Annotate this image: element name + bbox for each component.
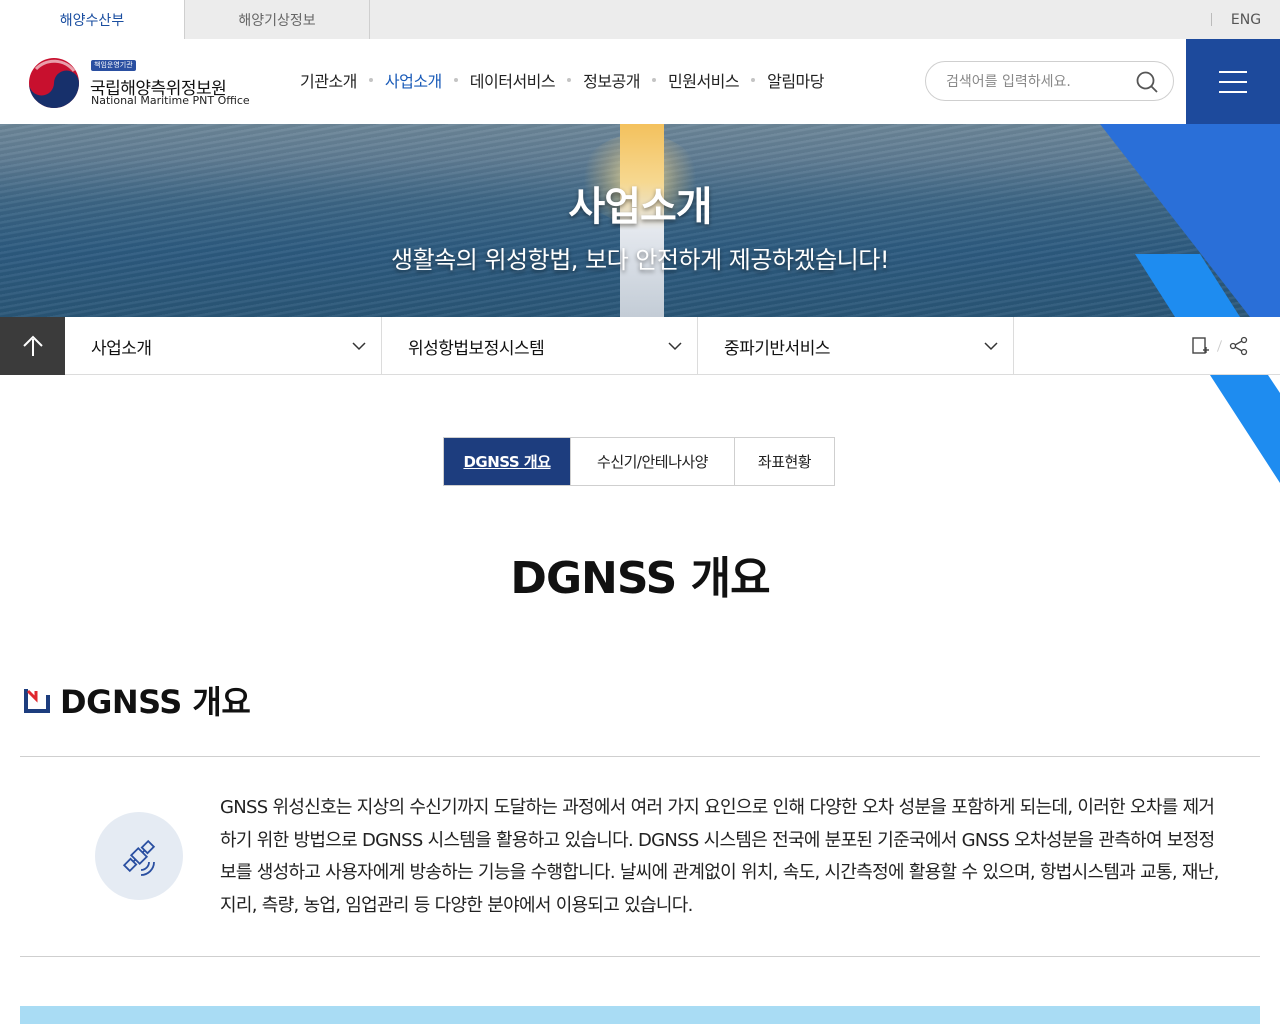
nav-item-data-service[interactable]: 데이터서비스	[470, 68, 556, 92]
nav-dot	[652, 78, 656, 82]
location-bar: 사업소개 위성항법보정시스템 중파기반서비스	[0, 317, 1280, 375]
nav-item-civil-service[interactable]: 민원서비스	[668, 68, 740, 92]
agency-badge: 책임운영기관	[91, 60, 136, 71]
location-select-depth2[interactable]: 위성항법보정시스템	[382, 317, 698, 375]
site-header: 책임운영기관 국립해양측위정보원 National Maritime PNT O…	[0, 39, 1280, 124]
section-mark-icon	[24, 689, 50, 713]
share-icon[interactable]	[1229, 336, 1249, 356]
location-select-depth3[interactable]: 중파기반서비스	[698, 317, 1014, 375]
english-link[interactable]: ENG	[1226, 0, 1266, 39]
main-navigation: 기관소개 사업소개 데이터서비스 정보공개 민원서비스 알림마당	[300, 67, 824, 93]
location-select-label: 사업소개	[91, 338, 152, 359]
tab-dgnss-overview[interactable]: DGNSS 개요	[444, 438, 571, 485]
search-input[interactable]	[946, 71, 1136, 93]
nav-item-about[interactable]: 기관소개	[300, 68, 357, 92]
tab-coordinates[interactable]: 좌표현황	[735, 438, 834, 485]
hero-subtitle: 생활속의 위성항법, 보다 안전하게 제공하겠습니다!	[391, 246, 889, 274]
site-logo[interactable]: 책임운영기관 국립해양측위정보원 National Maritime PNT O…	[28, 55, 268, 111]
location-select-label: 중파기반서비스	[724, 338, 830, 359]
taegeuk-emblem-icon	[29, 58, 79, 108]
chevron-down-icon	[352, 342, 366, 351]
location-select-label: 위성항법보정시스템	[408, 338, 545, 359]
nav-item-disclosure[interactable]: 정보공개	[583, 68, 640, 92]
nav-dot	[453, 78, 458, 82]
print-icon[interactable]	[1190, 336, 1210, 356]
search-icon[interactable]	[1135, 70, 1159, 94]
nav-dot	[368, 78, 373, 82]
tool-divider	[1216, 340, 1223, 352]
chevron-down-icon	[984, 342, 998, 351]
location-select-depth1[interactable]: 사업소개	[65, 317, 382, 375]
tab-receiver-antenna[interactable]: 수신기/안테나사양	[571, 438, 735, 485]
section-description: GNSS 위성신호는 지상의 수신기까지 도달하는 과정에서 여러 가지 요인으…	[220, 797, 1219, 916]
all-menu-button[interactable]	[1186, 39, 1280, 124]
nav-dot	[567, 78, 572, 82]
satellite-icon	[122, 839, 156, 876]
nav-item-business[interactable]: 사업소개	[385, 68, 442, 92]
section-divider-top	[20, 756, 1260, 757]
search-box	[925, 61, 1174, 101]
hero-title: 사업소개	[568, 184, 712, 230]
next-section-band	[20, 1006, 1260, 1024]
page-tools	[1190, 331, 1249, 361]
chevron-down-icon	[668, 342, 682, 351]
nav-item-notice[interactable]: 알림마당	[767, 68, 824, 92]
section-title: DGNSS 개요	[60, 683, 251, 721]
logo-name-en: National Maritime PNT Office	[91, 94, 250, 107]
decorative-corner-stripe	[1210, 375, 1280, 483]
section-divider-bottom	[20, 956, 1260, 957]
sub-tabs: DGNSS 개요 수신기/안테나사양 좌표현황	[443, 437, 835, 486]
tab-mof[interactable]: 해양수산부	[0, 0, 185, 39]
home-button[interactable]	[0, 317, 65, 375]
tab-marine-weather[interactable]: 해양기상정보	[185, 0, 370, 39]
divider	[1211, 13, 1212, 26]
hamburger-icon	[1219, 70, 1247, 93]
nav-dot	[751, 78, 756, 82]
home-icon	[22, 335, 43, 356]
top-utility-bar: 해양수산부 해양기상정보 ENG	[0, 0, 1280, 39]
page-title: DGNSS 개요	[510, 553, 770, 604]
satellite-icon-badge	[95, 812, 183, 900]
hero-banner: 사업소개 생활속의 위성항법, 보다 안전하게 제공하겠습니다!	[0, 124, 1280, 317]
section-heading: DGNSS 개요	[24, 680, 251, 721]
